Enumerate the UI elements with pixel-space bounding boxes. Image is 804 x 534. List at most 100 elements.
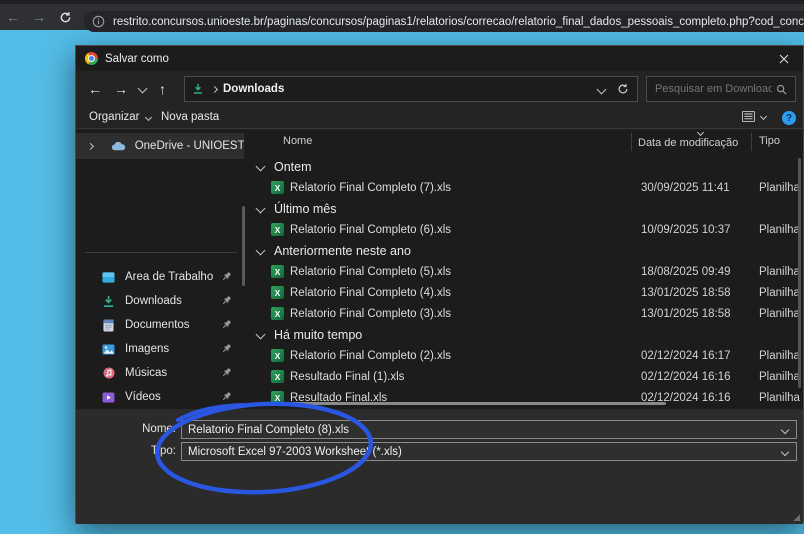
resize-grip[interactable] xyxy=(793,514,800,521)
organize-button[interactable]: Organizar xyxy=(89,111,151,123)
sort-indicator-icon xyxy=(697,130,704,136)
forward-icon[interactable]: → xyxy=(114,81,128,97)
file-row[interactable]: Relatorio Final Completo (6).xls 10/09/2… xyxy=(251,219,803,240)
pictures-icon xyxy=(101,344,116,355)
pin-icon[interactable] xyxy=(221,367,232,378)
file-name: Relatorio Final Completo (5).xls xyxy=(290,266,451,278)
group-header-ha-muito-tempo[interactable]: Há muito tempo xyxy=(251,324,803,345)
sidebar-item-label: Vídeos xyxy=(125,391,161,403)
sidebar-item-onedrive[interactable]: OneDrive - UNIOESTE xyxy=(76,133,244,159)
search-input[interactable] xyxy=(647,83,776,95)
file-row[interactable]: Relatorio Final Completo (2).xls 02/12/2… xyxy=(251,345,803,366)
file-type: Planilha d xyxy=(759,392,803,403)
file-name: Relatorio Final Completo (4).xls xyxy=(290,287,451,299)
file-row[interactable]: Relatorio Final Completo (4).xls 13/01/2… xyxy=(251,282,803,303)
file-row[interactable]: Relatorio Final Completo (5).xls 18/08/2… xyxy=(251,261,803,282)
file-date: 13/01/2025 18:58 xyxy=(641,308,731,320)
filetype-label: Tipo: xyxy=(106,445,176,457)
vertical-scrollbar[interactable] xyxy=(798,158,801,388)
dialog-titlebar[interactable]: Salvar como xyxy=(76,46,803,71)
desktop-icon xyxy=(101,271,116,284)
breadcrumb-location[interactable]: Downloads xyxy=(223,83,284,95)
new-folder-button[interactable]: Nova pasta xyxy=(161,111,219,123)
file-row[interactable]: Resultado Final (1).xls 02/12/2024 16:16… xyxy=(251,366,803,387)
search-icon[interactable] xyxy=(776,84,787,95)
browser-back-icon[interactable]: ← xyxy=(0,9,26,25)
filename-value[interactable] xyxy=(182,424,782,436)
pin-icon[interactable] xyxy=(221,391,232,402)
sidebar-item-downloads[interactable]: Downloads xyxy=(76,289,244,313)
address-dropdown-icon[interactable] xyxy=(597,84,607,94)
group-header-ultimo-mes[interactable]: Último mês xyxy=(251,198,803,219)
sidebar-item-pictures[interactable]: Imagens xyxy=(76,337,244,361)
address-bar[interactable]: restrito.concursos.unioeste.br/paginas/c… xyxy=(84,11,804,32)
excel-file-icon xyxy=(271,349,284,362)
file-row[interactable]: Resultado Final.xls 02/12/2024 16:16 Pla… xyxy=(251,387,803,402)
breadcrumb-bar[interactable]: Downloads xyxy=(184,76,638,102)
url-text: restrito.concursos.unioeste.br/paginas/c… xyxy=(113,16,804,28)
file-row[interactable]: Relatorio Final Completo (3).xls 13/01/2… xyxy=(251,303,803,324)
dialog-nav-row: ← → ↑ Downloads xyxy=(76,71,803,109)
search-box[interactable] xyxy=(646,76,796,102)
filename-input[interactable] xyxy=(181,420,797,439)
file-row[interactable]: Relatorio Final Completo (7).xls 30/09/2… xyxy=(251,177,803,198)
pin-icon[interactable] xyxy=(221,295,232,306)
file-date: 18/08/2025 09:49 xyxy=(641,266,731,278)
filetype-select[interactable]: Microsoft Excel 97-2003 Worksheet (*.xls… xyxy=(181,442,797,461)
back-icon[interactable]: ← xyxy=(88,81,102,97)
help-icon[interactable] xyxy=(782,111,796,125)
sidebar-item-label: Músicas xyxy=(125,367,167,379)
sidebar-item-videos[interactable]: Vídeos xyxy=(76,385,244,409)
organize-label: Organizar xyxy=(89,111,140,123)
browser-reload-icon[interactable] xyxy=(52,11,78,24)
group-label: Anteriormente neste ano xyxy=(274,244,411,258)
file-type: Planilha d xyxy=(759,182,803,194)
save-as-dialog: Salvar como ← → ↑ Downloads xyxy=(75,45,804,523)
group-header-ontem[interactable]: Ontem xyxy=(251,156,803,177)
onedrive-cloud-icon xyxy=(111,141,126,151)
pin-icon[interactable] xyxy=(221,343,232,354)
page-info-icon[interactable] xyxy=(92,15,105,28)
navigation-pane: OneDrive - UNIOESTE Área de Trabalho Dow… xyxy=(76,130,246,409)
excel-file-icon xyxy=(271,223,284,236)
file-name: Relatorio Final Completo (3).xls xyxy=(290,308,451,320)
dialog-title: Salvar como xyxy=(105,53,169,65)
file-date: 02/12/2024 16:17 xyxy=(641,350,731,362)
horizontal-scrollbar[interactable] xyxy=(269,402,666,405)
column-type[interactable]: Tipo xyxy=(759,135,780,147)
chevron-down-icon[interactable] xyxy=(781,425,789,433)
file-name: Relatorio Final Completo (7).xls xyxy=(290,182,451,194)
sidebar-item-label: Documentos xyxy=(125,319,190,331)
expand-chevron-icon[interactable] xyxy=(87,143,94,150)
pin-icon[interactable] xyxy=(221,319,232,330)
downloads-location-icon xyxy=(192,83,204,95)
close-icon[interactable] xyxy=(775,50,793,68)
sidebar-item-documents[interactable]: Documentos xyxy=(76,313,244,337)
up-icon[interactable]: ↑ xyxy=(159,81,166,97)
group-header-anteriormente[interactable]: Anteriormente neste ano xyxy=(251,240,803,261)
column-modified[interactable]: Data de modificação xyxy=(638,137,738,149)
sidebar-item-desktop[interactable]: Área de Trabalho xyxy=(76,265,244,289)
file-name: Relatorio Final Completo (2).xls xyxy=(290,350,451,362)
browser-forward-icon[interactable]: → xyxy=(26,9,52,25)
sidebar-divider xyxy=(85,252,237,253)
sidebar-item-label: Imagens xyxy=(125,343,169,355)
file-type: Planilha d xyxy=(759,308,803,320)
file-date: 10/09/2025 10:37 xyxy=(641,224,731,236)
file-date: 30/09/2025 11:41 xyxy=(641,182,730,194)
column-name[interactable]: Nome xyxy=(283,135,312,147)
group-label: Ontem xyxy=(274,160,312,174)
view-mode-button[interactable] xyxy=(742,111,766,122)
pin-icon[interactable] xyxy=(221,271,232,282)
file-name: Resultado Final (1).xls xyxy=(290,371,404,383)
music-icon xyxy=(101,367,116,379)
chevron-down-icon[interactable] xyxy=(781,447,789,455)
column-headers: Nome Data de modificação Tipo xyxy=(251,130,803,154)
chevron-down-icon xyxy=(256,162,266,172)
file-type: Planilha d xyxy=(759,266,803,278)
chrome-logo-icon xyxy=(85,52,98,65)
recent-locations-icon[interactable] xyxy=(138,84,148,94)
refresh-icon[interactable] xyxy=(617,83,629,95)
filename-label: Nome: xyxy=(106,423,176,435)
sidebar-item-music[interactable]: Músicas xyxy=(76,361,244,385)
